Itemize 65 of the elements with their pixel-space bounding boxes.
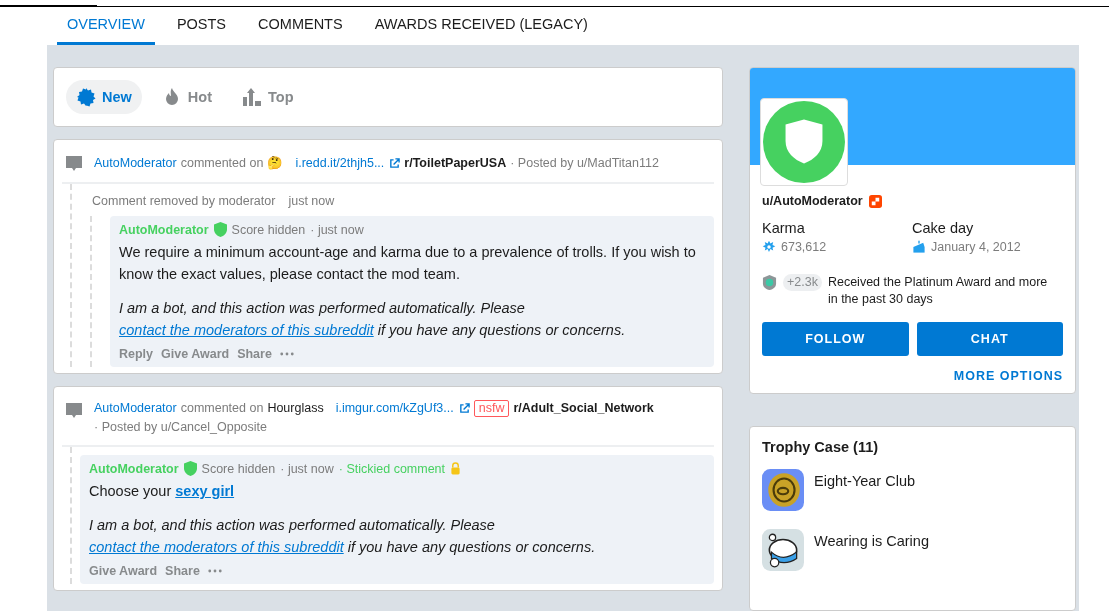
comment-action[interactable]: Share bbox=[165, 564, 200, 578]
coin-icon bbox=[762, 469, 804, 511]
profile-button[interactable]: CHAT bbox=[916, 322, 1063, 356]
action-text: commented on bbox=[180, 400, 264, 417]
author-link[interactable]: AutoModerator bbox=[94, 153, 177, 173]
comment-action[interactable]: Give Award bbox=[89, 564, 158, 578]
trophy-title: Trophy Case (11) bbox=[762, 439, 880, 455]
burst-icon bbox=[76, 87, 96, 107]
more-options-button[interactable]: MORE OPTIONS bbox=[953, 369, 1063, 383]
more-icon[interactable] bbox=[279, 352, 294, 356]
comment-action[interactable]: Reply bbox=[119, 347, 154, 361]
comment-text: We require a minimum account-age and karma due to a prevalence of trolls. If you wish to know the exact values, please contact the mod team. bbox=[119, 243, 697, 284]
bot-note: I am a bot, and this action was performed automatically. Please contact the moderators of this subreddit if you have any questions or concerns. bbox=[119, 299, 627, 340]
nsfw-tag: nsfw bbox=[473, 400, 510, 417]
bot-note: I am a bot, and this action was performed automatically. Please contact the moderators of this subreddit if you have any questions or concerns. bbox=[89, 516, 597, 557]
cake-icon bbox=[912, 240, 926, 254]
inline-link[interactable]: contact the moderators of this subreddit bbox=[119, 322, 374, 338]
profile-tab[interactable]: COMMENTS bbox=[248, 7, 353, 45]
comment-text: Choose your sexy girl bbox=[89, 482, 236, 501]
sort-button[interactable]: Hot bbox=[151, 80, 222, 114]
sort-button[interactable]: New bbox=[66, 80, 142, 114]
time-text: · just now bbox=[310, 222, 364, 237]
score-text: Score hidden bbox=[231, 222, 306, 237]
more-icon[interactable] bbox=[207, 569, 222, 573]
sort-button[interactable]: Top bbox=[232, 80, 304, 114]
cake-day-value: January 4, 2012 bbox=[931, 240, 1021, 254]
chart-up-icon bbox=[242, 87, 262, 107]
subreddit-link[interactable]: r/Adult_Social_Network bbox=[513, 399, 654, 418]
inline-link[interactable]: contact the moderators of this subreddit bbox=[89, 539, 344, 555]
lock-icon bbox=[450, 462, 462, 475]
comment-action[interactable]: Share bbox=[237, 347, 272, 361]
profile-tab[interactable]: POSTS bbox=[166, 7, 237, 45]
time-text: · just now bbox=[280, 461, 334, 476]
trophy-name: Wearing is Caring bbox=[814, 533, 929, 549]
inline-link[interactable]: sexy girl bbox=[175, 483, 235, 499]
award-count: +2.3k bbox=[783, 274, 822, 291]
shield-icon bbox=[183, 461, 197, 476]
external-link-icon bbox=[389, 157, 401, 169]
karma-label: Karma bbox=[762, 220, 806, 236]
profile-button[interactable]: FOLLOW bbox=[762, 322, 909, 356]
sparkle-icon bbox=[762, 240, 776, 254]
post-title[interactable]: Hourglass bbox=[267, 399, 324, 418]
cake-day-label: Cake day bbox=[912, 220, 975, 236]
posted-by-text: · Posted by u/Cancel_Opposite bbox=[94, 419, 268, 436]
post-link[interactable]: i.imgur.com/kZgUf3... bbox=[335, 399, 454, 418]
karma-value: 673,612 bbox=[781, 240, 827, 254]
comment-action[interactable]: Give Award bbox=[161, 347, 230, 361]
external-link-icon bbox=[458, 403, 470, 414]
trophy-name: Eight-Year Club bbox=[814, 473, 916, 489]
removed-text: Comment removed by moderator bbox=[92, 194, 276, 208]
author-link[interactable]: AutoModerator bbox=[94, 399, 177, 418]
masked-robot-icon bbox=[762, 529, 804, 571]
award-icon bbox=[762, 275, 777, 290]
username: u/AutoModerator bbox=[762, 194, 863, 208]
profile-tab[interactable]: AWARDS RECEIVED (LEGACY) bbox=[364, 7, 598, 45]
shield-icon bbox=[213, 222, 227, 237]
stickied-label: · Stickied comment bbox=[338, 461, 446, 476]
posted-by-text: · Posted by u/MadTitan112 bbox=[510, 154, 659, 172]
award-text: Received the Platinum Award and more in the past 30 days bbox=[827, 274, 1049, 308]
action-text: commented on bbox=[180, 154, 264, 172]
post-link[interactable]: i.redd.it/2thjh5... bbox=[295, 153, 385, 173]
shield-badge-icon bbox=[868, 194, 882, 208]
score-text: Score hidden bbox=[201, 461, 276, 476]
time-text: just now bbox=[288, 194, 335, 208]
subreddit-link[interactable]: r/ToiletPaperUSA bbox=[404, 153, 507, 173]
